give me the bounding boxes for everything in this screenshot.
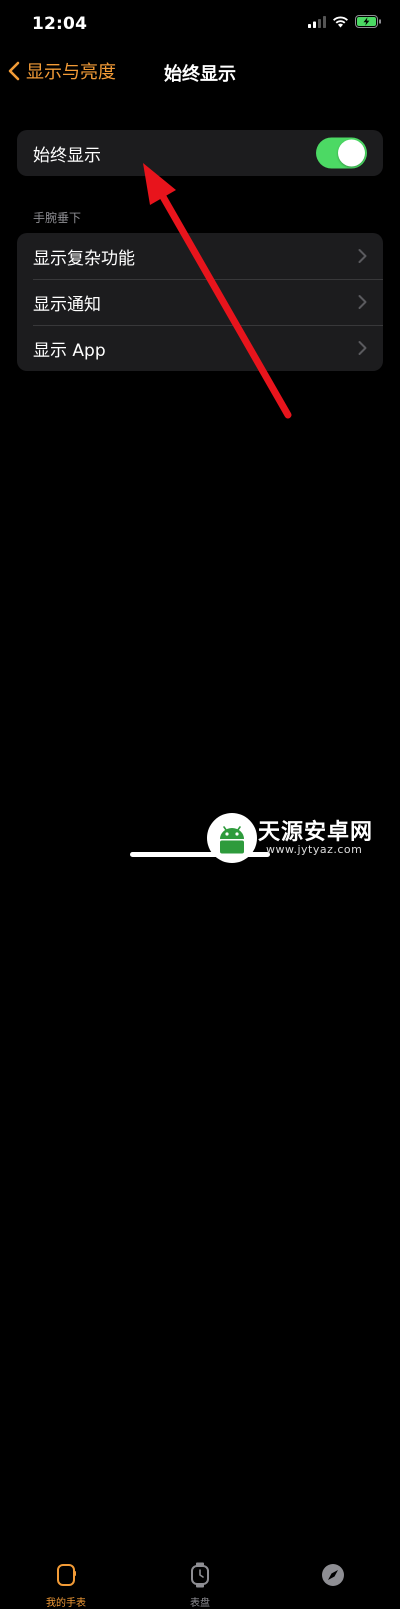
watermark-name: 天源安卓网 [258, 819, 374, 845]
status-icons [308, 15, 382, 28]
tab-face-gallery[interactable]: 表盘 [160, 1562, 240, 1609]
watch-face-icon [57, 1564, 76, 1586]
wrist-down-group: 显示复杂功能 显示通知 显示 App [17, 233, 383, 371]
tab-my-watch[interactable]: 我的手表 [26, 1562, 106, 1609]
cellular-signal-icon [308, 15, 326, 28]
list-item-label: 显示复杂功能 [33, 248, 135, 269]
wrist-down-section-header: 手腕垂下 [33, 211, 82, 225]
battery-charging-icon [355, 15, 381, 28]
list-item-show-complications[interactable]: 显示复杂功能 [17, 233, 383, 279]
status-time: 12:04 [32, 14, 88, 34]
compass-icon [322, 1564, 344, 1586]
chevron-right-icon [358, 341, 367, 355]
always-on-toggle[interactable] [316, 137, 367, 169]
status-bar: 12:04 [0, 0, 400, 50]
always-on-label: 始终显示 [33, 145, 101, 166]
page-title-text: 始终显示 [164, 64, 236, 85]
watch-icon [191, 1562, 209, 1588]
tab-discover[interactable] [293, 1562, 373, 1592]
always-on-group: 始终显示 [17, 130, 383, 176]
tab-label: 表盘 [190, 1598, 210, 1609]
android-robot-logo-icon [207, 813, 257, 863]
navigation-bar: 显示与亮度 始终显示 [0, 50, 400, 94]
toggle-knob [338, 139, 365, 167]
watermark: 天源安卓网 www.jytyaz.com [206, 810, 400, 866]
tab-label: 我的手表 [46, 1598, 86, 1609]
wifi-icon [333, 15, 348, 27]
page-title: 始终显示 [0, 60, 400, 86]
chevron-right-icon [358, 295, 367, 309]
watermark-url: www.jytyaz.com [266, 842, 363, 856]
list-item-label: 显示 App [33, 340, 106, 361]
list-item-show-app[interactable]: 显示 App [17, 325, 383, 371]
chevron-right-icon [358, 249, 367, 263]
list-item-label: 显示通知 [33, 294, 101, 315]
list-item-show-notifications[interactable]: 显示通知 [17, 279, 383, 325]
always-on-row: 始终显示 [17, 130, 383, 176]
